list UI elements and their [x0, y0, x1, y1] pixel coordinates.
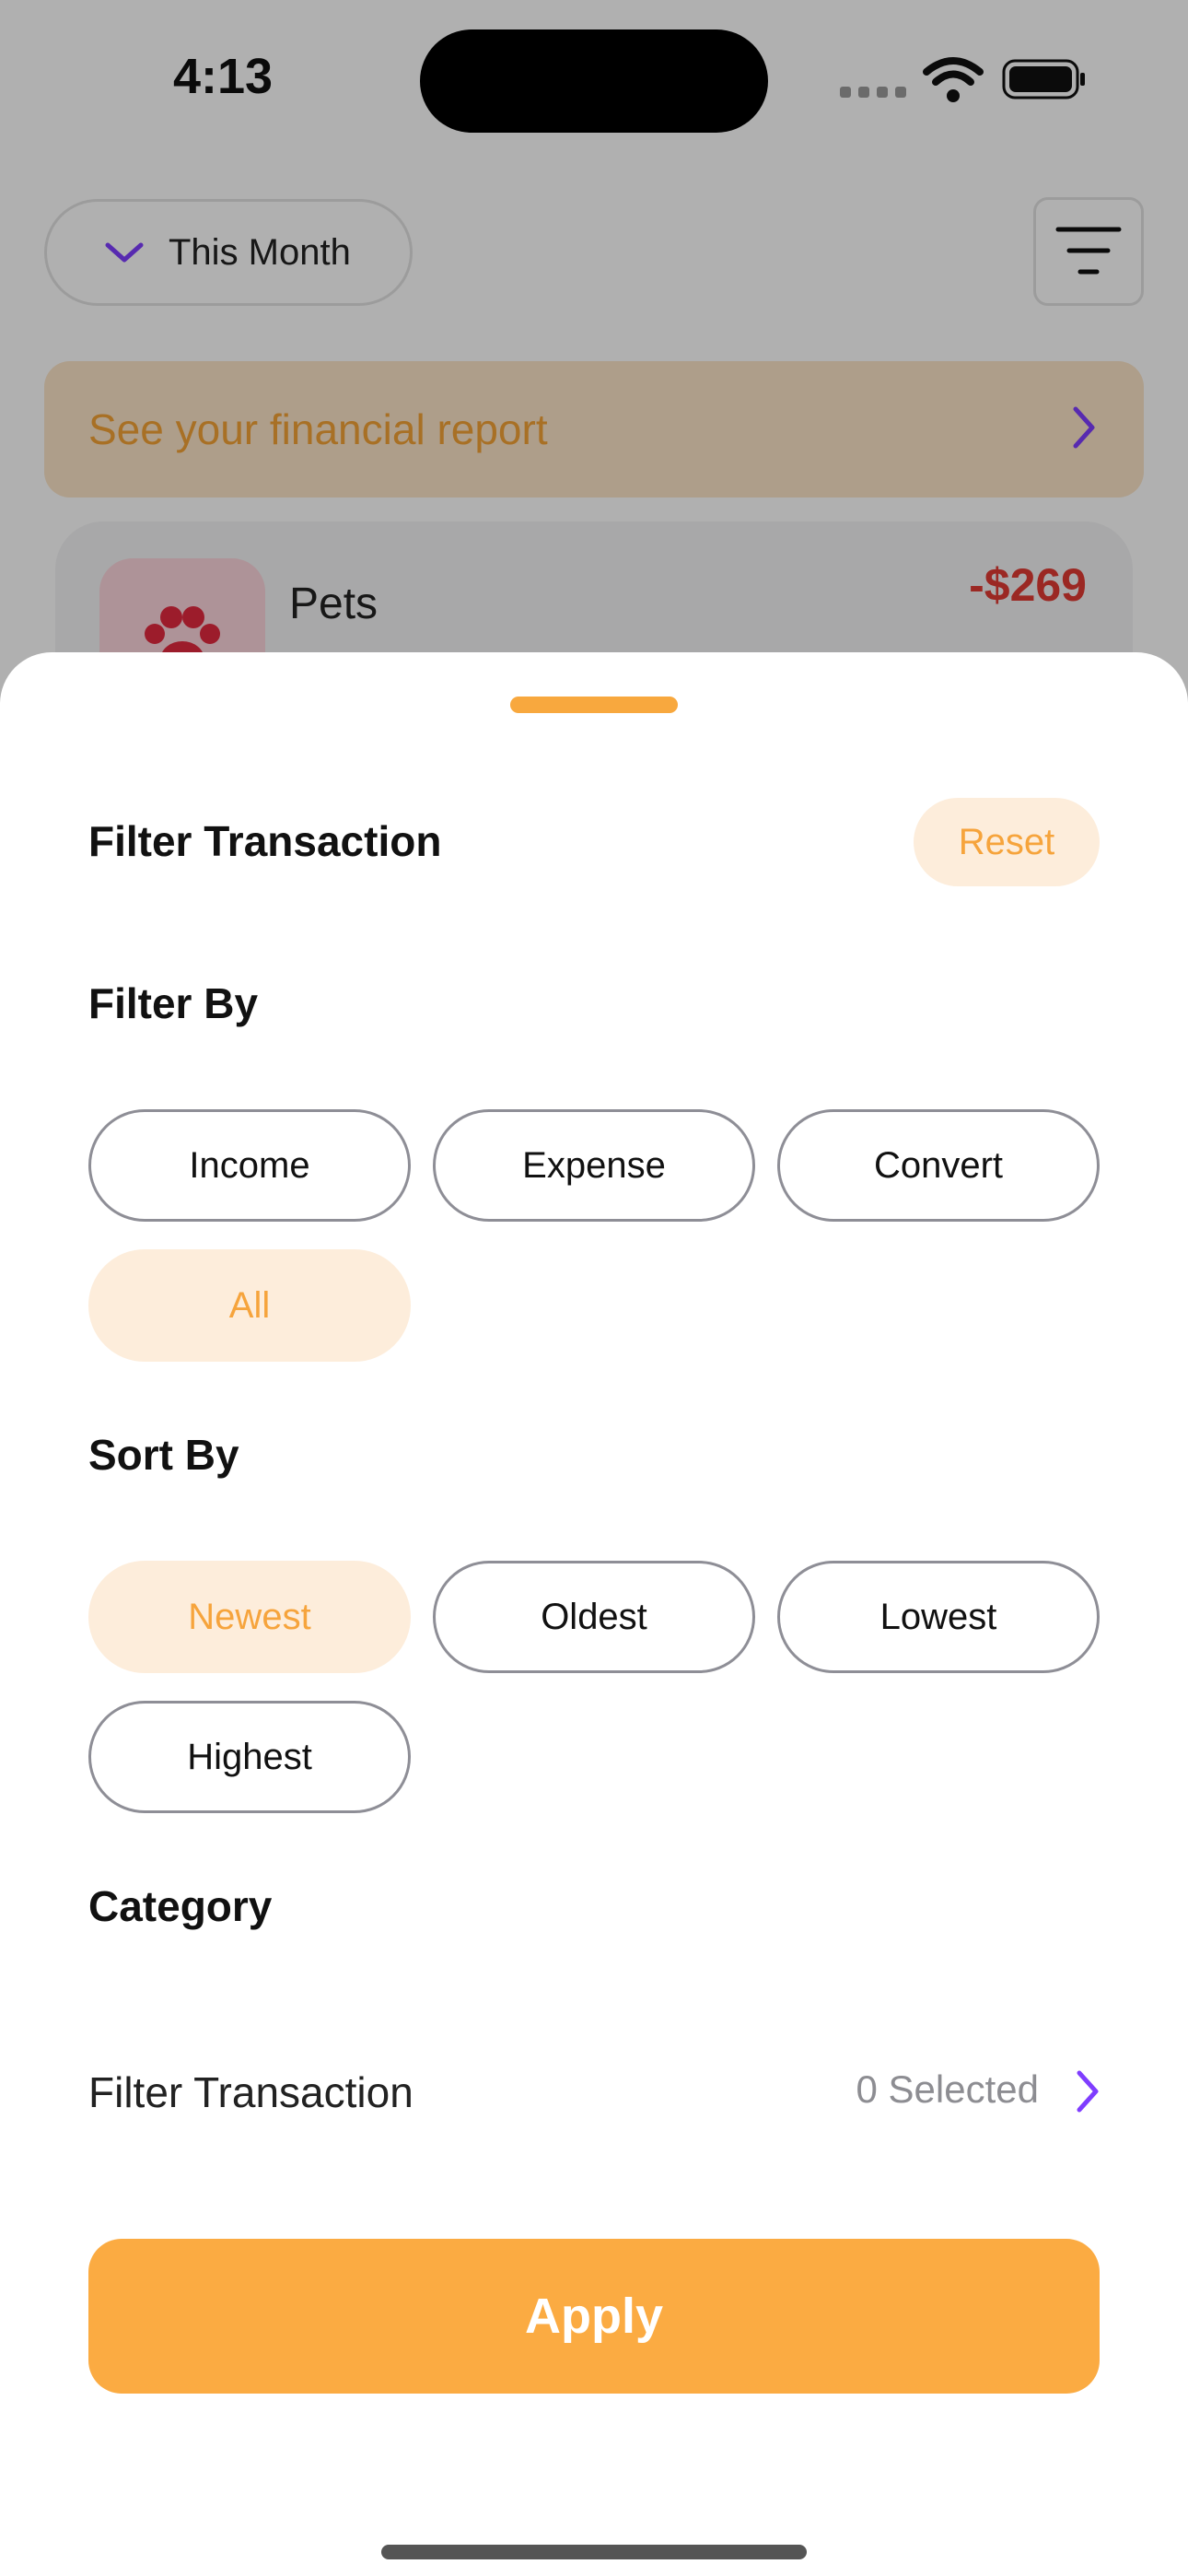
category-selector-row[interactable]: Filter Transaction 0 Selected [88, 2042, 1101, 2134]
filter-all-chip[interactable]: All [88, 1249, 411, 1362]
sort-by-heading: Sort By [88, 1431, 239, 1479]
filter-income-chip[interactable]: Income [88, 1109, 411, 1222]
category-row-label: Filter Transaction [88, 2068, 413, 2116]
sheet-drag-handle[interactable] [510, 697, 678, 713]
reset-button[interactable]: Reset [914, 798, 1100, 886]
sort-newest-chip[interactable]: Newest [88, 1561, 411, 1673]
sort-oldest-chip[interactable]: Oldest [433, 1561, 755, 1673]
category-heading: Category [88, 1882, 273, 1930]
filter-sheet: Filter Transaction Reset Filter By Incom… [0, 652, 1188, 2576]
sort-highest-chip[interactable]: Highest [88, 1701, 411, 1813]
sort-lowest-chip[interactable]: Lowest [777, 1561, 1100, 1673]
filter-expense-chip[interactable]: Expense [433, 1109, 755, 1222]
filter-by-heading: Filter By [88, 979, 259, 1027]
apply-button[interactable]: Apply [88, 2239, 1100, 2394]
home-indicator [381, 2545, 807, 2559]
chevron-right-icon [1077, 2070, 1099, 2113]
filter-convert-chip[interactable]: Convert [777, 1109, 1100, 1222]
sheet-title: Filter Transaction [88, 817, 442, 865]
category-selected-count: 0 Selected [856, 2067, 1039, 2111]
